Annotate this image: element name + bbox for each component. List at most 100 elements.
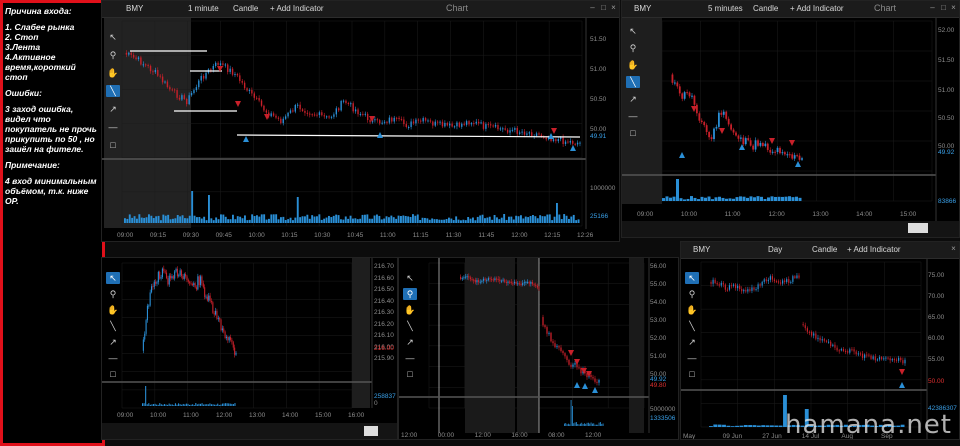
arrow-icon[interactable]: ↗ bbox=[106, 103, 120, 115]
volume-bar bbox=[709, 426, 713, 427]
volume-bar bbox=[690, 196, 693, 201]
candle bbox=[407, 126, 410, 128]
arrow-icon[interactable]: ↗ bbox=[685, 336, 699, 348]
candle bbox=[853, 349, 855, 352]
volume-bar bbox=[221, 403, 223, 406]
last-price-tag: 49.92 bbox=[938, 149, 955, 156]
candle bbox=[301, 109, 304, 111]
zoom-icon[interactable]: ⚲ bbox=[626, 42, 640, 54]
volume-scale-label: 5000000 bbox=[650, 406, 676, 413]
rect-icon[interactable]: □ bbox=[626, 127, 640, 139]
volume-bar bbox=[500, 217, 503, 223]
rect-icon[interactable]: □ bbox=[685, 368, 699, 380]
line-icon[interactable]: ╲ bbox=[685, 320, 699, 332]
pointer-icon[interactable]: ↖ bbox=[403, 272, 417, 284]
candle bbox=[205, 72, 207, 79]
time-label: 12:00 bbox=[768, 211, 785, 218]
candle bbox=[714, 279, 716, 284]
chart-panel-5min[interactable]: BMY 5 minutes Candle + Add Indicator Cha… bbox=[621, 0, 960, 238]
volume-bar bbox=[748, 425, 753, 427]
volume-bar bbox=[195, 403, 197, 406]
hline-icon[interactable]: — bbox=[106, 121, 120, 133]
arrow-icon[interactable]: ↗ bbox=[403, 336, 417, 348]
hline-icon[interactable]: — bbox=[403, 352, 417, 364]
candle bbox=[558, 346, 560, 348]
hand-icon[interactable]: ✋ bbox=[626, 59, 640, 71]
buy-marker bbox=[582, 383, 588, 389]
rect-icon[interactable]: □ bbox=[106, 139, 120, 151]
chart-panel-3[interactable]: ↖ ⚲ ✋ ╲ ↗ — □ 216.70 216.60 216.50 216.40 216.30 21… bbox=[101, 257, 398, 440]
hline-icon[interactable]: — bbox=[106, 352, 120, 364]
candle bbox=[767, 279, 769, 282]
volume-bar bbox=[217, 403, 219, 406]
candle bbox=[874, 356, 876, 361]
zoom-icon[interactable]: ⚲ bbox=[106, 288, 120, 300]
rect-icon[interactable]: □ bbox=[403, 368, 417, 380]
zoom-icon[interactable]: ⚲ bbox=[106, 49, 120, 61]
hline-icon[interactable]: — bbox=[626, 110, 640, 122]
time-label: May bbox=[683, 433, 696, 440]
candle bbox=[504, 279, 506, 282]
zoom-icon[interactable]: ⚲ bbox=[403, 288, 417, 300]
volume-bar bbox=[749, 196, 753, 201]
pointer-icon[interactable]: ↖ bbox=[106, 31, 120, 43]
volume-bar bbox=[174, 403, 176, 406]
volume-tag: 83866 bbox=[938, 198, 957, 205]
line-icon[interactable]: ╲ bbox=[106, 320, 120, 332]
candle bbox=[515, 281, 517, 284]
candle bbox=[790, 281, 792, 283]
hand-icon[interactable]: ✋ bbox=[403, 304, 417, 316]
candle bbox=[866, 354, 868, 356]
arrow-icon[interactable]: ↗ bbox=[106, 336, 120, 348]
candle bbox=[528, 281, 530, 284]
hand-icon[interactable]: ✋ bbox=[106, 304, 120, 316]
rect-icon[interactable]: □ bbox=[106, 368, 120, 380]
candle bbox=[282, 118, 284, 124]
candle bbox=[145, 320, 147, 334]
volume-bar bbox=[575, 220, 578, 223]
volume-bar bbox=[739, 196, 742, 201]
pointer-icon[interactable]: ↖ bbox=[106, 272, 120, 284]
sell-marker bbox=[719, 128, 725, 134]
candle bbox=[180, 270, 183, 277]
chart-canvas[interactable] bbox=[622, 1, 960, 238]
volume-bar bbox=[323, 218, 326, 223]
line-icon[interactable]: ╲ bbox=[626, 76, 640, 88]
candle bbox=[796, 275, 798, 279]
line-icon[interactable]: ╲ bbox=[106, 85, 120, 97]
chart-canvas[interactable] bbox=[399, 258, 679, 440]
hand-icon[interactable]: ✋ bbox=[685, 304, 699, 316]
volume-bar bbox=[268, 218, 270, 223]
chart-panel-1min[interactable]: BMY 1 minute Candle + Add Indicator Char… bbox=[101, 0, 620, 242]
candle bbox=[821, 339, 823, 341]
arrow-icon[interactable]: ↗ bbox=[626, 93, 640, 105]
hline-icon[interactable]: — bbox=[685, 352, 699, 364]
volume-bar bbox=[380, 219, 383, 223]
candle bbox=[473, 123, 475, 125]
sell-marker bbox=[899, 369, 905, 375]
price-label: 51.00 bbox=[938, 87, 955, 94]
volume-bar bbox=[765, 425, 770, 427]
candle bbox=[179, 270, 181, 276]
volume-bar bbox=[665, 196, 669, 201]
candle bbox=[744, 138, 747, 145]
zoom-icon[interactable]: ⚲ bbox=[685, 288, 699, 300]
volume-bar bbox=[662, 198, 665, 201]
candle bbox=[125, 52, 128, 55]
candle bbox=[502, 279, 504, 281]
candle bbox=[480, 122, 482, 124]
pointer-icon[interactable]: ↖ bbox=[685, 272, 699, 284]
chart-canvas[interactable] bbox=[102, 1, 620, 242]
chart-panel-4[interactable]: ↖ ⚲ ✋ ╲ ↗ — □ 56.00 55.00 54.00 53.00 52.00 51.00 50… bbox=[398, 257, 679, 440]
hand-icon[interactable]: ✋ bbox=[106, 67, 120, 79]
candle bbox=[804, 325, 806, 329]
pointer-icon[interactable]: ↖ bbox=[626, 25, 640, 37]
line-icon[interactable]: ╲ bbox=[403, 320, 417, 332]
volume-bar bbox=[570, 400, 572, 426]
volume-bar bbox=[196, 217, 198, 223]
volume-bar bbox=[198, 217, 201, 223]
volume-bar bbox=[582, 423, 584, 426]
volume-bar bbox=[212, 220, 215, 223]
candle bbox=[504, 128, 506, 130]
candle bbox=[297, 104, 299, 106]
